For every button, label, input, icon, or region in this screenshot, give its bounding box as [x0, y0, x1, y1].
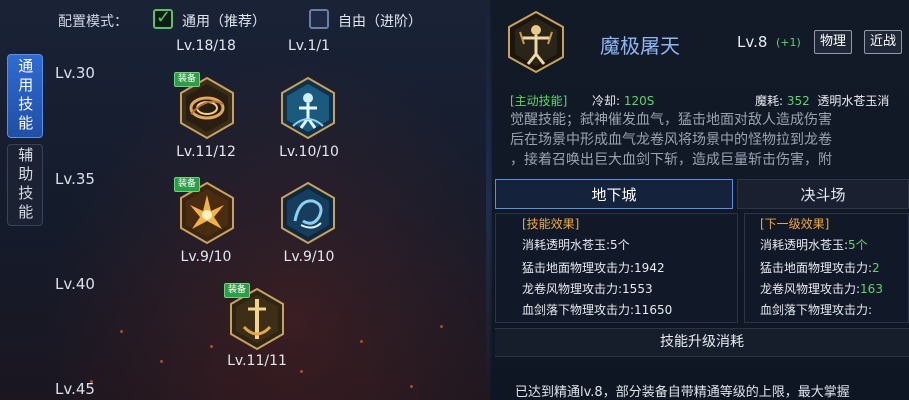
skill-detail-level: Lv.8	[737, 33, 768, 51]
effect-value: 1942	[634, 261, 665, 275]
skill-level: Lv.18/18	[176, 38, 236, 54]
equipped-badge: 装备	[174, 72, 201, 87]
mana-extra: 透明水苍玉消	[817, 94, 890, 108]
effect-label: 消耗透明水苍玉:	[760, 238, 849, 252]
effect-label: 血剑落下物理攻击力:	[522, 303, 635, 317]
melee-tag: 近战	[864, 30, 903, 54]
effect-value: 163	[860, 282, 883, 296]
effect-row: 消耗透明水苍玉:5个	[760, 236, 868, 253]
effect-row: 消耗透明水苍玉:5个	[522, 236, 630, 253]
free-mode-checkbox[interactable]	[309, 9, 329, 29]
skill-level: Lv.9/10	[283, 249, 335, 265]
equipped-badge: 装备	[174, 177, 201, 192]
level-row-label: Lv.30	[55, 64, 95, 82]
skill-slot[interactable]: 装备	[174, 72, 236, 140]
effect-label: 猛击地面物理攻击力:	[760, 261, 873, 275]
panel-divider	[486, 0, 492, 400]
level-row-label: Lv.45	[55, 380, 95, 398]
effect-row: 血剑落下物理攻击力:	[760, 301, 872, 318]
effect-label: 血剑落下物理攻击力:	[760, 303, 873, 317]
equipped-badge: 装备	[224, 283, 251, 298]
skill-slot[interactable]	[279, 76, 337, 140]
skill-level: Lv.9/10	[180, 249, 232, 265]
effect-value: 1553	[622, 282, 653, 296]
next-effect-title: [下一级效果]	[760, 217, 830, 231]
demon-warrior-icon	[508, 10, 564, 74]
tab-general-skills[interactable]: 通用技能	[7, 54, 43, 138]
effect-label: 龙卷风物理攻击力:	[760, 282, 861, 296]
description-line: ，接着召唤出巨大血剑下斩，造成巨量斩击伤害，附	[510, 152, 832, 168]
skill-level: Lv.11/12	[176, 144, 236, 160]
mana-cost: 魔耗: 352 透明水苍玉消	[755, 92, 889, 109]
effect-row: 龙卷风物理攻击力:1553	[522, 280, 653, 297]
tab-pvp[interactable]: 决斗场	[737, 179, 909, 209]
skill-type: [主动技能]	[510, 94, 568, 108]
effect-row: 血剑落下物理攻击力:11650	[522, 301, 672, 318]
general-mode-label[interactable]: 通用（推荐）	[182, 11, 266, 31]
cooldown: 冷却: 120S	[592, 92, 654, 109]
effect-value: 2	[872, 261, 880, 275]
config-mode-label: 配置模式：	[58, 14, 128, 30]
tab-support-skills[interactable]: 辅助技能	[7, 144, 43, 226]
effect-value: 5个	[610, 238, 630, 252]
skill-name: 魔极屠天	[600, 34, 680, 58]
upgrade-cost-button[interactable]: 技能升级消耗	[495, 328, 909, 357]
description-line: 后在场景中形成血气龙卷风将场景中的怪物拉到龙卷	[510, 132, 832, 148]
level-bonus: (+1)	[776, 36, 801, 49]
description-line: 觉醒技能；弑神催发血气，猛击地面对敌人造成伤害	[510, 112, 832, 128]
effect-label: 消耗透明水苍玉:	[522, 238, 611, 252]
mana-label: 魔耗:	[755, 94, 787, 108]
effect-value: 5个	[848, 238, 868, 252]
physical-tag: 物理	[814, 30, 853, 54]
tab-dungeon[interactable]: 地下城	[495, 179, 733, 209]
level-row-label: Lv.35	[55, 170, 95, 188]
skill-slot[interactable]: 装备	[224, 283, 286, 351]
cooldown-label: 冷却:	[592, 94, 624, 108]
cooldown-value: 120S	[623, 94, 655, 108]
skill-level: Lv.11/11	[227, 353, 287, 369]
skill-slot[interactable]: 装备	[174, 177, 236, 245]
skill-level: Lv.10/10	[279, 144, 339, 160]
skill-level: Lv.1/1	[288, 38, 330, 54]
effect-row: 猛击地面物理攻击力:2	[760, 259, 880, 276]
skill-portrait	[506, 10, 566, 74]
general-mode-checkbox[interactable]	[153, 7, 173, 29]
effect-row: 龙卷风物理攻击力:163	[760, 280, 883, 297]
dragon-spiral-skill-icon	[281, 181, 335, 245]
mana-value: 352	[786, 94, 810, 108]
effect-label: 猛击地面物理攻击力:	[522, 261, 635, 275]
current-effect-title: [技能效果]	[522, 217, 580, 231]
free-mode-label[interactable]: 自由（进阶）	[338, 11, 422, 31]
mastery-note: 已达到精通lv.8，部分装备自带精通等级的上限，最大掌握	[515, 385, 850, 400]
effect-value: 11650	[634, 303, 673, 317]
effect-row: 猛击地面物理攻击力:1942	[522, 259, 665, 276]
level-row-label: Lv.40	[55, 275, 95, 293]
skill-slot[interactable]	[279, 181, 337, 245]
aura-figure-skill-icon	[281, 76, 335, 140]
skill-description: 觉醒技能；弑神催发血气，猛击地面对敌人造成伤害 后在场景中形成血气龙卷风将场景中…	[510, 110, 909, 172]
effect-label: 龙卷风物理攻击力:	[522, 282, 623, 296]
